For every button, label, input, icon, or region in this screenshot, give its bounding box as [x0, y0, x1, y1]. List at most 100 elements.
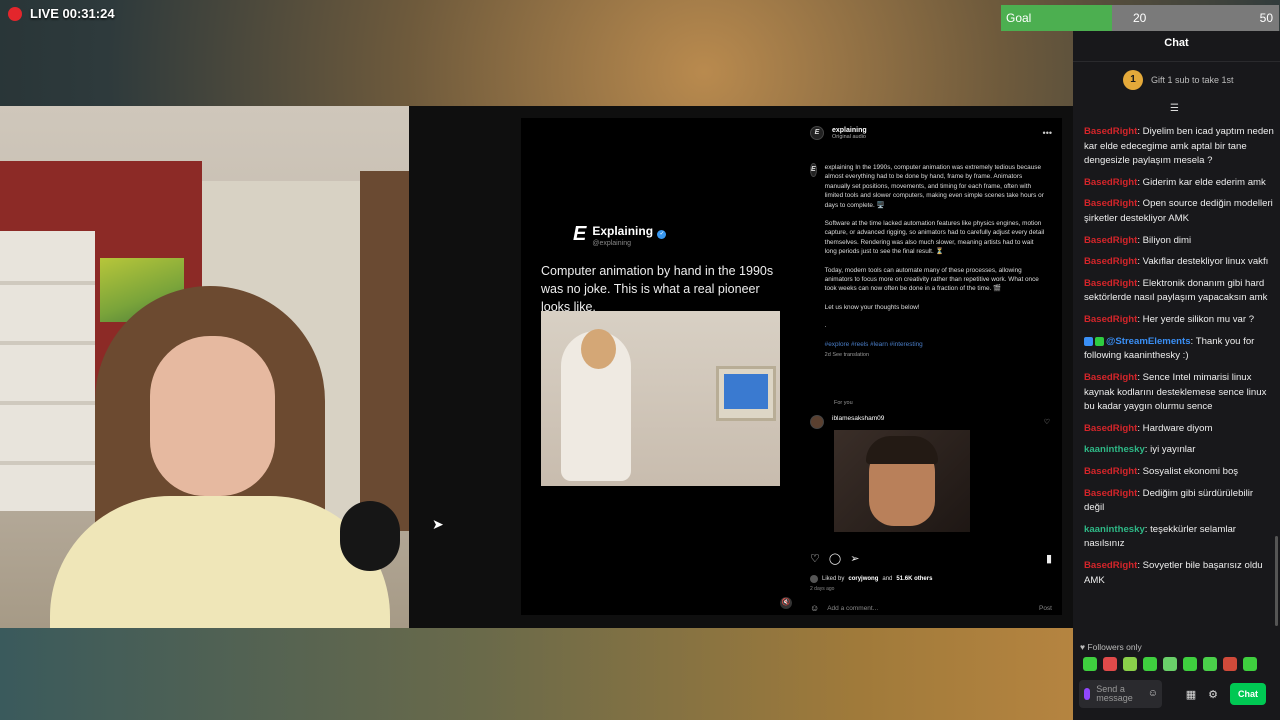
chat-username[interactable]: BasedRight	[1084, 126, 1137, 137]
crt-monitor	[716, 366, 776, 421]
emote-icon[interactable]	[1203, 657, 1217, 671]
verified-icon: ✓	[657, 230, 667, 239]
chat-username[interactable]: BasedRight	[1084, 198, 1137, 209]
live-timer: LIVE 00:31:24	[30, 6, 115, 21]
chat-username[interactable]: BasedRight	[1084, 278, 1137, 289]
emote-icon[interactable]	[1243, 657, 1257, 671]
chat-username[interactable]: kaaninthesky	[1084, 444, 1145, 455]
post-meta[interactable]: 2d See translation	[825, 351, 1045, 360]
followers-only-indicator: ♥ Followers only	[1080, 642, 1142, 652]
chat-username[interactable]: BasedRight	[1084, 314, 1137, 325]
chat-username[interactable]: BasedRight	[1084, 488, 1137, 499]
gear-icon[interactable]: ⚙	[1206, 688, 1220, 701]
avatar[interactable]: E	[810, 163, 817, 177]
chat-message: BasedRight: Hardware diyom	[1084, 422, 1213, 434]
avatar[interactable]: E	[810, 126, 824, 140]
liked-others[interactable]: 51.6K others	[896, 576, 932, 582]
reel-brand-name: Explaining	[592, 224, 654, 238]
shelf-board	[0, 461, 95, 465]
heart-icon[interactable]: ♡	[1044, 418, 1050, 426]
chat-username[interactable]: BasedRight	[1084, 235, 1137, 246]
post-comment-button[interactable]: Post	[1039, 605, 1052, 612]
chat-input-row: Send a message ☺ ▦ ⚙ Chat	[1079, 679, 1274, 709]
chat-username[interactable]: BasedRight	[1084, 560, 1137, 571]
goal-label: Goal	[1006, 11, 1032, 25]
more-options-icon[interactable]: •••	[1043, 128, 1052, 138]
gift-leaderboard[interactable]: 1 Gift 1 sub to take 1st	[1123, 70, 1234, 90]
pin-icon[interactable]: ☰	[1170, 103, 1179, 114]
chat-messages: BasedRight: Diyelim ben icad yaptım nede…	[1084, 125, 1274, 595]
chat-username[interactable]: BasedRight	[1084, 177, 1137, 188]
shelf-board	[0, 401, 95, 405]
store-icon[interactable]: ▦	[1184, 688, 1198, 701]
chat-text: Sosyalist ekonomi boş	[1142, 466, 1239, 478]
liked-user[interactable]: coryjwong	[848, 576, 878, 582]
avatar	[810, 575, 818, 583]
post-date: 2 days ago	[810, 586, 835, 592]
reply-username[interactable]: iblamesaksham09	[832, 415, 884, 422]
mute-icon[interactable]: 🔇	[780, 597, 792, 609]
emoji-icon[interactable]: ☺	[1148, 688, 1158, 699]
bookmark-icon[interactable]: ▮	[1046, 552, 1052, 565]
for-you-label[interactable]: For you	[834, 400, 853, 406]
hashtags[interactable]: #explore #reels #learn #interesting	[825, 340, 1045, 349]
chat-username[interactable]: BasedRight	[1084, 423, 1137, 434]
emote-icon[interactable]	[1163, 657, 1177, 671]
comment-input[interactable]: Add a comment...	[827, 605, 1031, 612]
comment-row: ☺ Add a comment... Post	[810, 603, 1052, 613]
heart-icon[interactable]: ♡	[810, 552, 820, 565]
chat-text: Hardware diyom	[1142, 422, 1213, 434]
reply-header: iblamesaksham09	[810, 415, 884, 429]
chat-message: kaaninthesky: teşekkürler selamlar nasıl…	[1084, 523, 1236, 550]
chat-username[interactable]: BasedRight	[1084, 466, 1137, 477]
rank-badge: 1	[1123, 70, 1143, 90]
emote-icon[interactable]	[1183, 657, 1197, 671]
gift-text: Gift 1 sub to take 1st	[1151, 75, 1234, 85]
chat-username[interactable]: BasedRight	[1084, 372, 1137, 383]
share-icon[interactable]: ➢	[850, 552, 859, 565]
emote-icon[interactable]	[1223, 657, 1237, 671]
emote-icon[interactable]	[1083, 657, 1097, 671]
mic-icon[interactable]	[1084, 688, 1091, 700]
followers-only-label: Followers only	[1087, 642, 1142, 652]
chat-message: BasedRight: Elektronik donanım gibi hard…	[1084, 277, 1268, 304]
chat-message: BasedRight: Vakıflar destekliyor linux v…	[1084, 256, 1269, 268]
emoji-icon[interactable]: ☺	[810, 603, 819, 613]
chat-input[interactable]: Send a message ☺	[1079, 680, 1162, 708]
chat-message: BasedRight: Dediğim gibi sürdürülebilir …	[1084, 487, 1254, 514]
streamer-face	[150, 336, 275, 496]
emote-icon[interactable]	[1103, 657, 1117, 671]
chat-username[interactable]: kaaninthesky	[1084, 524, 1145, 535]
chat-text: Giderim kar elde ederim amk	[1142, 176, 1266, 188]
scrollbar[interactable]	[1275, 536, 1278, 626]
avatar[interactable]	[810, 415, 824, 429]
microphone	[340, 501, 400, 571]
chat-message: BasedRight: Open source dediğin modeller…	[1084, 198, 1273, 224]
post-username[interactable]: explaining	[832, 127, 867, 134]
post-audio[interactable]: Original audio	[832, 134, 867, 140]
reel-brand-handle: @explaining	[592, 240, 631, 247]
caption-text: explaining In the 1990s, computer animat…	[825, 163, 1045, 361]
door-frame	[360, 171, 409, 531]
chat-send-button[interactable]: Chat	[1230, 683, 1266, 705]
comment-icon[interactable]: ◯	[829, 552, 841, 565]
divider	[1073, 61, 1280, 62]
chat-text: Her yerde silikon mu var ?	[1142, 314, 1255, 326]
bookshelf	[0, 231, 95, 511]
chat-username[interactable]: BasedRight	[1084, 256, 1137, 267]
chat-text: Biliyon dimi	[1142, 234, 1192, 246]
reel-person-head	[581, 329, 616, 369]
chat-message: BasedRight: Her yerde silikon mu var ?	[1084, 314, 1255, 326]
reply-image[interactable]	[834, 430, 970, 532]
chat-username[interactable]: @StreamElements	[1106, 336, 1191, 347]
chat-text: Vakıflar destekliyor linux vakfı	[1142, 256, 1269, 268]
post-actions: ♡ ◯ ➢	[810, 552, 859, 565]
explaining-logo-icon: E	[573, 223, 587, 245]
caption-paragraph: Today, modern tools can automate many of…	[824, 266, 1039, 293]
emote-icon[interactable]	[1143, 657, 1157, 671]
chat-title: Chat	[1164, 37, 1189, 49]
emote-icon[interactable]	[1123, 657, 1137, 671]
goal-current-value: 20	[1133, 11, 1147, 25]
liked-prefix: Liked by	[822, 576, 845, 582]
reel-player[interactable]: E Explaining ✓ @explaining Computer anim…	[521, 118, 800, 615]
